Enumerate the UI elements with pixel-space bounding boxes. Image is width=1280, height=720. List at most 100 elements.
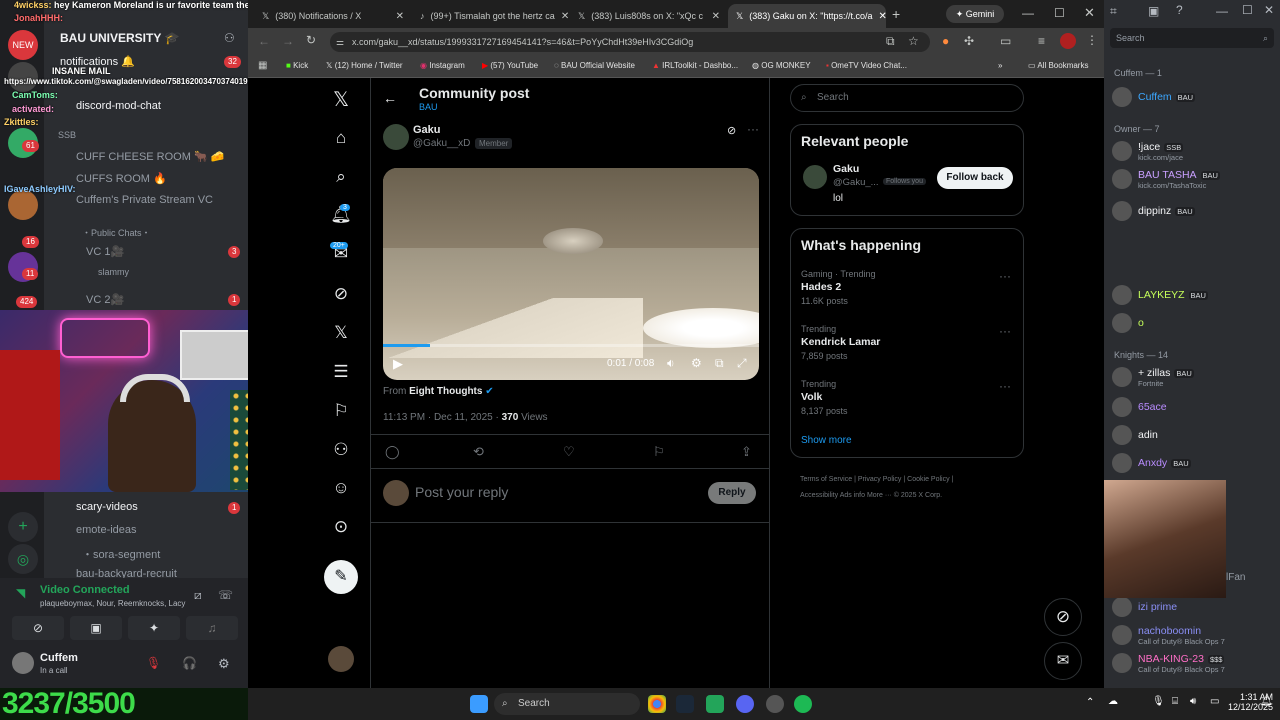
member-row[interactable]: BAU TASHA BAU kick.com/TashaToxic bbox=[1112, 168, 1220, 190]
more-options-icon[interactable]: ··· bbox=[747, 122, 759, 136]
grok-float-button[interactable]: ⊘ bbox=[1044, 598, 1082, 636]
x-logo-icon[interactable]: 𝕏 bbox=[330, 88, 352, 111]
back-arrow-icon[interactable]: ← bbox=[383, 90, 397, 106]
close-icon[interactable]: ✕ bbox=[879, 11, 886, 22]
tray-chevron-icon[interactable]: ⌃ bbox=[1086, 697, 1094, 708]
grok-icon[interactable]: ⊘ bbox=[727, 124, 736, 137]
minimize-button[interactable]: — bbox=[1022, 6, 1034, 20]
category-ssb[interactable]: SSB bbox=[58, 130, 76, 140]
share-icon[interactable]: ⇪ bbox=[741, 444, 752, 460]
new-tab-button[interactable]: + bbox=[892, 6, 900, 22]
member-row[interactable]: o bbox=[1112, 312, 1144, 334]
forward-icon[interactable]: → bbox=[282, 34, 294, 48]
trend-more-icon[interactable]: ··· bbox=[999, 324, 1011, 338]
member-row[interactable]: dippinz BAU bbox=[1112, 200, 1195, 222]
x-search-input[interactable]: ⌕ Search bbox=[790, 84, 1024, 112]
mic-icon[interactable]: 🎙 bbox=[1152, 696, 1165, 707]
sidepanel-icon[interactable]: ▭ bbox=[1000, 34, 1011, 48]
taskbar-search[interactable]: ⌕ Search bbox=[494, 693, 640, 715]
member-row[interactable]: LAYKEYZ BAU bbox=[1112, 284, 1208, 306]
site-info-icon[interactable]: ⚌ bbox=[336, 32, 344, 52]
threads-icon[interactable]: ⌗ bbox=[1110, 4, 1117, 19]
author-handle[interactable]: @Gaku__xD bbox=[413, 138, 470, 149]
deafen-icon[interactable]: 🎧 bbox=[182, 656, 197, 670]
trend-name[interactable]: Volk bbox=[801, 391, 822, 403]
channel-private-stream-vc[interactable]: Cuffem's Private Stream VC bbox=[76, 194, 213, 206]
member-row[interactable]: Anxdy BAU bbox=[1112, 452, 1191, 474]
trend-name[interactable]: Kendrick Lamar bbox=[801, 336, 880, 348]
channel-vc1[interactable]: VC 1🎥 bbox=[86, 245, 124, 258]
relevant-name[interactable]: Gaku bbox=[833, 163, 859, 175]
avatar[interactable] bbox=[12, 652, 34, 674]
volume-icon[interactable]: 🔊︎ bbox=[1190, 696, 1196, 707]
close-icon[interactable]: ✕ bbox=[561, 11, 569, 22]
member-row[interactable]: + zillas BAU Fortnite bbox=[1112, 366, 1194, 388]
gemini-button[interactable]: ✦ Gemini bbox=[946, 5, 1004, 23]
bookmarks-icon[interactable]: ⚐ bbox=[330, 400, 352, 422]
apps-icon[interactable]: ▦ bbox=[258, 60, 267, 71]
community-name[interactable]: BAU bbox=[419, 102, 438, 112]
add-server-icon[interactable]: + bbox=[8, 512, 38, 542]
channel-emote-ideas[interactable]: emote-ideas bbox=[76, 524, 137, 536]
post-button[interactable]: ✎ bbox=[324, 560, 358, 594]
video-progress-track[interactable] bbox=[383, 344, 759, 347]
channel-cuff-cheese-room[interactable]: CUFF CHEESE ROOM 🐂 🧀 bbox=[76, 150, 224, 163]
activities-button[interactable]: ✦ bbox=[128, 616, 180, 640]
tab-gaku[interactable]: 𝕏 (383) Gaku on X: "https://t.co/a ✕ bbox=[728, 4, 886, 28]
reply-button[interactable]: Reply bbox=[708, 482, 756, 504]
reload-icon[interactable]: ↻ bbox=[306, 33, 316, 47]
all-bookmarks[interactable]: ▭ All Bookmarks bbox=[1028, 61, 1088, 70]
reply-input[interactable]: Post your reply bbox=[415, 484, 508, 500]
category-public-chats[interactable]: ・Public Chats・ bbox=[82, 226, 151, 239]
home-icon[interactable]: ⌂ bbox=[330, 127, 352, 149]
discord-icon[interactable] bbox=[736, 695, 754, 713]
member-row[interactable]: adin bbox=[1112, 424, 1158, 446]
help-icon[interactable]: ? bbox=[1176, 3, 1183, 17]
trend-name[interactable]: Hades 2 bbox=[801, 281, 841, 293]
extension-icon[interactable]: ● bbox=[942, 34, 949, 48]
footer-link[interactable]: Accessibility bbox=[800, 492, 838, 499]
soundboard-button[interactable]: ♫ bbox=[186, 616, 238, 640]
close-icon[interactable]: ✕ bbox=[396, 11, 404, 22]
channel-vc2[interactable]: VC 2🎥 bbox=[86, 293, 124, 306]
relevant-avatar[interactable] bbox=[803, 165, 827, 189]
server-name[interactable]: BAU UNIVERSITY 🎓 bbox=[60, 31, 179, 45]
author-avatar[interactable] bbox=[383, 124, 409, 150]
tab-luis808s[interactable]: 𝕏 (383) Luis808s on X: "xQc c ✕ bbox=[570, 4, 728, 28]
bookmark-twitter[interactable]: 𝕏 (12) Home / Twitter bbox=[326, 61, 403, 70]
settings-icon[interactable]: ⚙ bbox=[218, 656, 230, 672]
timestamp[interactable]: 11:13 PM · Dec 11, 2025 · bbox=[383, 412, 499, 423]
url-input[interactable]: ⚌ x.com/gaku__xd/status/19993317271694541… bbox=[330, 32, 930, 52]
back-icon[interactable]: ← bbox=[258, 34, 270, 48]
from-community[interactable]: Eight Thoughts bbox=[409, 386, 482, 397]
vc1-user[interactable]: slammy bbox=[98, 267, 129, 277]
pip-icon[interactable]: ⧉ bbox=[715, 356, 724, 371]
extensions-puzzle-icon[interactable]: ✣ bbox=[964, 34, 974, 48]
settings-icon[interactable]: ⚙ bbox=[691, 356, 702, 370]
star-icon[interactable]: ☆ bbox=[908, 34, 919, 48]
screenshare-button[interactable]: ▣ bbox=[70, 616, 122, 640]
relevant-handle[interactable]: @Gaku_... bbox=[833, 177, 879, 188]
follow-back-button[interactable]: Follow back bbox=[937, 167, 1013, 189]
media-icon[interactable]: ≡ bbox=[1038, 34, 1045, 48]
bookmark-youtube[interactable]: ▶ (57) YouTube bbox=[482, 61, 538, 70]
footer-link[interactable]: More ··· bbox=[867, 492, 892, 499]
start-icon[interactable] bbox=[470, 695, 488, 713]
reply-icon[interactable]: ◯ bbox=[385, 444, 400, 460]
grok-icon[interactable]: ⊘ bbox=[330, 283, 352, 305]
account-avatar[interactable] bbox=[328, 646, 354, 672]
bookmark-bau[interactable]: ◌ BAU Official Website bbox=[554, 61, 635, 70]
show-more-link[interactable]: Show more bbox=[801, 435, 852, 446]
close-icon[interactable]: ✕ bbox=[712, 11, 720, 22]
member-row[interactable]: !jace SSB kick.com/jace bbox=[1112, 140, 1184, 162]
footer-link[interactable]: Ads info bbox=[840, 492, 865, 499]
guild-icon[interactable] bbox=[8, 190, 38, 220]
network-icon[interactable]: ⌸ bbox=[1172, 696, 1178, 707]
explore-icon[interactable]: ◎ bbox=[8, 544, 38, 574]
channel-cuffs-room[interactable]: CUFFS ROOM 🔥 bbox=[76, 172, 167, 185]
cloud-icon[interactable]: ☁ bbox=[1108, 696, 1118, 707]
channel-scary-videos[interactable]: scary-videos bbox=[76, 501, 138, 513]
channel-discord-mod-chat[interactable]: discord-mod-chat bbox=[76, 100, 161, 112]
steam-icon[interactable] bbox=[676, 695, 694, 713]
maximize-button[interactable]: ☐ bbox=[1242, 3, 1253, 17]
